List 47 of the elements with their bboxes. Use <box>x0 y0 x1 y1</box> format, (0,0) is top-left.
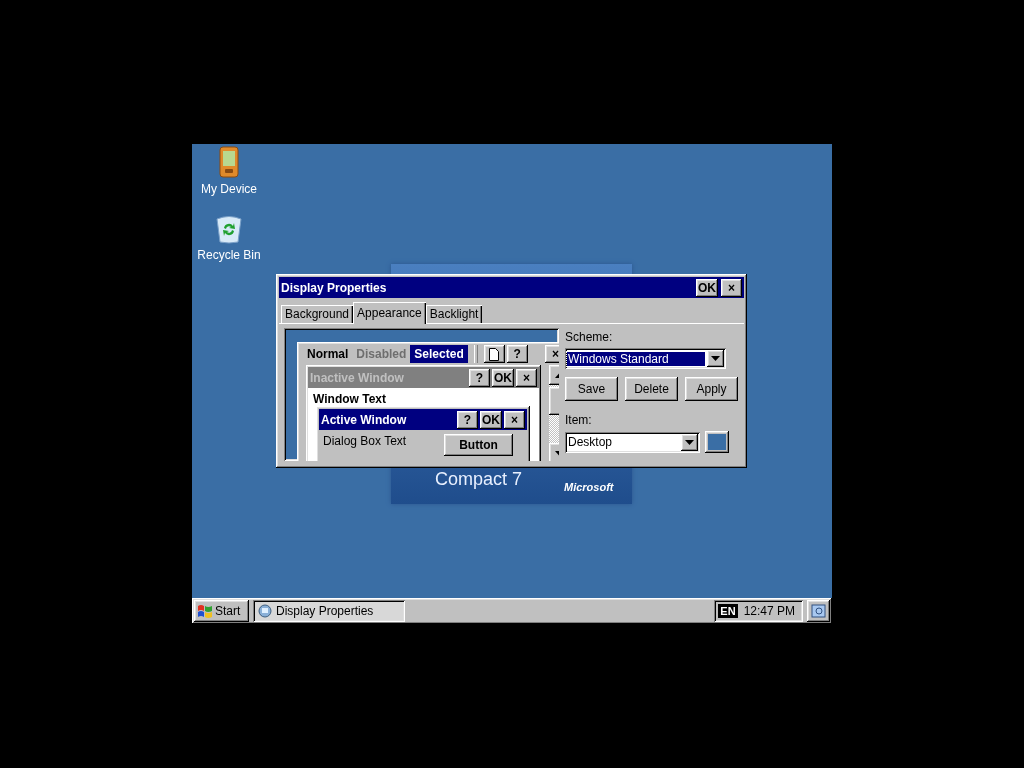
ok-button[interactable]: OK <box>480 410 502 429</box>
taskbar-button[interactable]: Display Properties <box>253 600 405 622</box>
tab[interactable]: Appearance <box>353 302 426 324</box>
action-button[interactable]: Delete <box>625 377 678 401</box>
desktop-icon-label[interactable]: My Device <box>201 182 257 196</box>
show-desktop-button[interactable] <box>807 600 830 622</box>
caret-icon <box>685 439 694 445</box>
action-button[interactable]: Apply <box>685 377 738 401</box>
active-window-title: Active Window <box>321 412 408 427</box>
color-swatch <box>708 434 726 450</box>
desktop-icon-label[interactable]: Recycle Bin <box>197 248 261 262</box>
document-icon <box>489 347 500 361</box>
ok-button[interactable]: OK <box>492 368 514 387</box>
help-button[interactable]: ? <box>457 410 478 429</box>
close-button[interactable]: × <box>545 345 559 363</box>
close-button[interactable]: × <box>504 410 525 429</box>
scheme-value: Windows Standard <box>567 351 705 366</box>
scheme-dropdown[interactable]: Windows Standard <box>565 348 726 369</box>
help-button[interactable]: ? <box>506 345 528 363</box>
sample-button[interactable]: Button <box>444 434 513 456</box>
recycle-bin-icon[interactable] <box>214 214 244 244</box>
ok-button[interactable]: OK <box>696 278 718 297</box>
display-settings-icon <box>257 603 273 619</box>
inactive-window-title: Inactive Window <box>310 370 405 385</box>
close-button[interactable]: × <box>516 368 537 387</box>
action-button[interactable]: Save <box>565 377 618 401</box>
brand-name: Microsoft <box>564 481 614 493</box>
item-label: Item: <box>565 413 593 427</box>
scheme-label: Scheme: <box>565 330 614 344</box>
dropdown-button[interactable] <box>681 433 698 451</box>
start-button[interactable]: Start <box>194 600 249 622</box>
language-indicator[interactable]: EN <box>718 604 738 618</box>
caret-icon <box>711 356 720 361</box>
dropdown-button[interactable] <box>707 350 724 367</box>
item-value: Desktop <box>567 435 614 449</box>
window-title: Display Properties <box>281 280 388 295</box>
windows-flag-icon <box>197 603 213 619</box>
close-button[interactable]: × <box>721 278 742 297</box>
new-document-button[interactable] <box>483 345 505 363</box>
handheld-device-icon[interactable] <box>219 146 239 178</box>
help-button[interactable]: ? <box>469 368 490 387</box>
dialog-text: Dialog Box Text <box>323 434 407 448</box>
color-button[interactable] <box>705 431 729 453</box>
product-name: Compact 7 <box>435 470 523 488</box>
desktop-icon <box>810 603 827 619</box>
item-dropdown[interactable]: Desktop <box>565 431 700 453</box>
clock: 12:47 PM <box>743 604 795 618</box>
